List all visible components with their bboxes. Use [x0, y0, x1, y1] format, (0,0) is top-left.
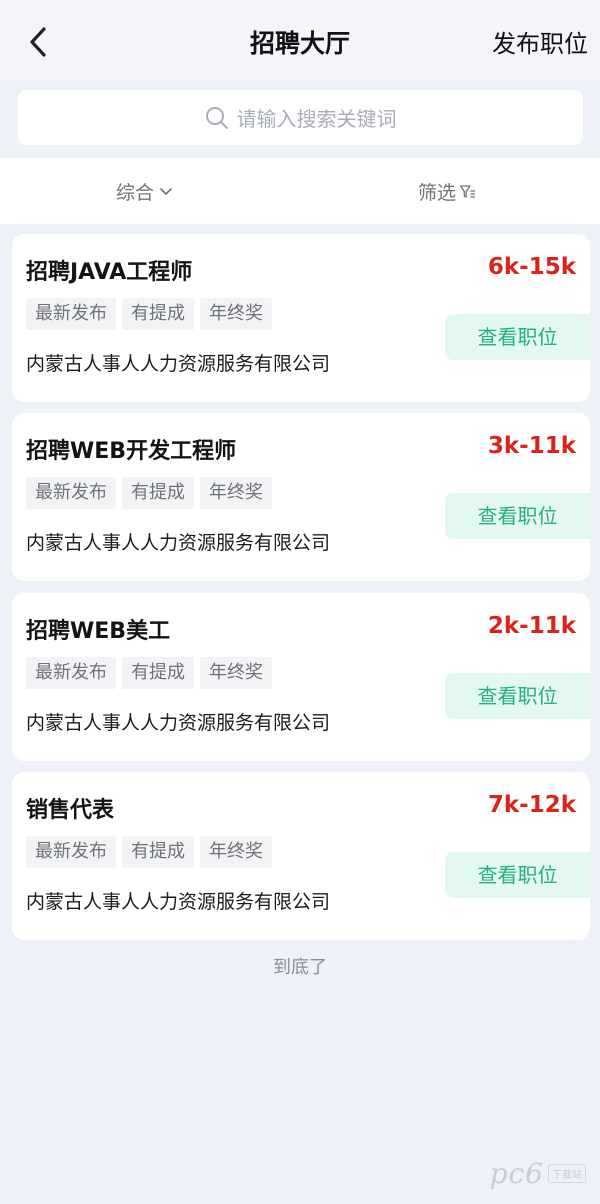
view-job-button[interactable]: 查看职位: [445, 852, 590, 898]
search-icon: [205, 106, 228, 129]
watermark-logo: pc6: [489, 1157, 544, 1190]
job-card[interactable]: 招聘WEB开发工程师 3k-11k 最新发布 有提成 年终奖 内蒙古人事人人力资…: [12, 413, 590, 581]
job-tags: 最新发布 有提成 年终奖: [26, 836, 278, 868]
watermark: pc6 下载站: [490, 1157, 586, 1190]
top-nav-bar: 招聘大厅 发布职位: [0, 0, 600, 80]
salary-range: 3k-11k: [487, 433, 576, 459]
view-job-button[interactable]: 查看职位: [445, 673, 590, 719]
job-tag: 有提成: [122, 477, 194, 509]
job-tags: 最新发布 有提成 年终奖: [26, 298, 278, 330]
company-name: 内蒙古人事人人力资源服务有限公司: [26, 891, 331, 913]
job-tag: 最新发布: [26, 657, 116, 689]
search-bar[interactable]: 请输入搜索关键词: [18, 90, 583, 145]
view-job-button[interactable]: 查看职位: [445, 493, 590, 539]
job-tags: 最新发布 有提成 年终奖: [26, 657, 278, 689]
job-tag: 年终奖: [200, 477, 272, 509]
company-name: 内蒙古人事人人力资源服务有限公司: [26, 353, 331, 375]
company-name: 内蒙古人事人人力资源服务有限公司: [26, 532, 331, 554]
company-name: 内蒙古人事人人力资源服务有限公司: [26, 712, 331, 734]
job-tag: 有提成: [122, 298, 194, 330]
job-tag: 最新发布: [26, 836, 116, 868]
publish-job-button[interactable]: 发布职位: [492, 24, 588, 59]
chevron-down-icon: [160, 187, 172, 195]
job-tags: 最新发布 有提成 年终奖: [26, 477, 278, 509]
job-tag: 有提成: [122, 836, 194, 868]
job-tag: 年终奖: [200, 298, 272, 330]
salary-range: 7k-12k: [487, 792, 576, 818]
view-job-button[interactable]: 查看职位: [445, 314, 590, 360]
job-tag: 有提成: [122, 657, 194, 689]
job-tag: 年终奖: [200, 836, 272, 868]
salary-range: 2k-11k: [487, 613, 576, 639]
search-placeholder: 请输入搜索关键词: [236, 107, 397, 131]
job-title: 招聘WEB开发工程师: [26, 439, 237, 464]
salary-range: 6k-15k: [487, 254, 576, 280]
filter-bar: 综合 筛选: [0, 158, 600, 224]
job-title: 招聘WEB美工: [26, 619, 171, 644]
funnel-icon: [459, 184, 476, 198]
job-card[interactable]: 招聘WEB美工 2k-11k 最新发布 有提成 年终奖 内蒙古人事人人力资源服务…: [12, 593, 590, 761]
job-tag: 最新发布: [26, 298, 116, 330]
filter-button[interactable]: 筛选: [418, 178, 477, 205]
sort-dropdown[interactable]: 综合: [116, 178, 174, 205]
watermark-badge: 下载站: [548, 1164, 586, 1183]
job-title: 招聘JAVA工程师: [26, 260, 193, 285]
job-title: 销售代表: [26, 798, 115, 823]
job-tag: 最新发布: [26, 477, 116, 509]
sort-label: 综合: [116, 182, 155, 204]
job-card[interactable]: 销售代表 7k-12k 最新发布 有提成 年终奖 内蒙古人事人人力资源服务有限公…: [12, 772, 590, 940]
end-of-list-text: 到底了: [273, 957, 327, 978]
filter-label: 筛选: [418, 182, 457, 204]
job-tag: 年终奖: [200, 657, 272, 689]
job-card[interactable]: 招聘JAVA工程师 6k-15k 最新发布 有提成 年终奖 内蒙古人事人人力资源…: [12, 234, 590, 402]
